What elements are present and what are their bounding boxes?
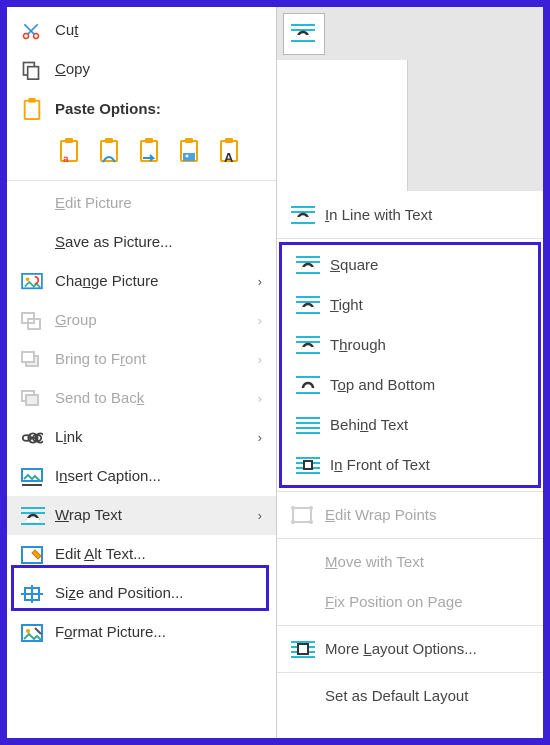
in-front-label: In Front of Text [330,457,430,474]
link-icon [21,431,47,445]
paste-options-header: Paste Options: [7,89,276,129]
edit-picture-item: Edit Picture [7,184,276,223]
chevron-right-icon: › [258,391,266,406]
behind-text-item[interactable]: Behind Text [282,405,538,445]
save-as-picture-label: Save as Picture... [55,234,266,251]
group-icon [21,312,47,330]
wrap-text-submenu: In Line with Text Square Tight Through [277,191,543,716]
send-back-icon [21,390,47,408]
scissors-icon [21,21,47,41]
wrap-text-ribbon-button[interactable] [283,13,325,55]
group-item: Group › [7,301,276,340]
change-picture-label: Change Picture [55,273,258,290]
chevron-right-icon: › [258,508,266,523]
paste-header-label: Paste Options: [55,101,161,118]
size-label: Size and Position... [55,585,266,602]
more-layout-icon [291,639,317,659]
chevron-right-icon: › [258,352,266,367]
bring-front-label: Bring to Front [55,351,258,368]
square-label: Square [330,257,378,274]
paste-link-icon[interactable] [135,135,165,171]
cut-item[interactable]: Cut [7,11,276,50]
top-bottom-item[interactable]: Top and Bottom [282,365,538,405]
change-picture-item[interactable]: Change Picture › [7,262,276,301]
tight-label: Tight [330,297,363,314]
insert-caption-item[interactable]: Insert Caption... [7,457,276,496]
paste-merge-icon[interactable] [95,135,125,171]
size-icon [21,585,47,603]
paste-options-row: a A [7,129,276,177]
wrap-style-group: Square Tight Through Top and Bottom [279,242,541,488]
group-label: Group [55,312,258,329]
wrap-text-item[interactable]: Wrap Text › [7,496,276,535]
more-layout-label: More Layout Options... [325,641,477,658]
document-area [277,60,408,191]
tight-item[interactable]: Tight [282,285,538,325]
separator [7,180,276,181]
format-picture-label: Format Picture... [55,624,266,641]
wrap-text-label: Wrap Text [55,507,258,524]
more-layout-item[interactable]: More Layout Options... [277,629,543,669]
inline-with-text-item[interactable]: In Line with Text [277,195,543,235]
paste-text-icon[interactable]: A [215,135,245,171]
edit-picture-label: Edit Picture [55,195,266,212]
caption-icon [21,468,47,486]
alt-text-label: Edit Alt Text... [55,546,266,563]
chevron-right-icon: › [258,430,266,445]
format-picture-item[interactable]: Format Picture... [7,613,276,652]
svg-text:A: A [224,150,234,165]
in-front-icon [296,455,322,475]
copy-icon [21,60,47,80]
cut-label: Cut [55,22,266,39]
square-item[interactable]: Square [282,245,538,285]
chevron-right-icon: › [258,313,266,328]
insert-caption-label: Insert Caption... [55,468,266,485]
square-icon [296,255,322,275]
link-item[interactable]: Link › [7,418,276,457]
move-with-text-label: Move with Text [325,554,424,571]
link-label: Link [55,429,258,446]
inline-icon [291,205,317,225]
paste-keep-source-icon[interactable]: a [55,135,85,171]
in-front-item[interactable]: In Front of Text [282,445,538,485]
through-label: Through [330,337,386,354]
through-icon [296,335,322,355]
edit-alt-text-item[interactable]: Edit Alt Text... [7,535,276,574]
ribbon-area [277,7,543,191]
top-bottom-label: Top and Bottom [330,377,435,394]
wrap-points-icon [291,506,317,524]
chevron-right-icon: › [258,274,266,289]
bring-to-front-item: Bring to Front › [7,340,276,379]
wrap-text-icon [21,506,47,526]
change-picture-icon [21,273,47,291]
svg-text:a: a [63,154,69,165]
clipboard-icon [21,97,47,121]
behind-label: Behind Text [330,417,408,434]
edit-wrap-points-item: Edit Wrap Points [277,495,543,535]
set-default-label: Set as Default Layout [325,688,468,705]
tight-icon [296,295,322,315]
send-back-label: Send to Back [55,390,258,407]
behind-icon [296,415,322,435]
inline-label: In Line with Text [325,207,432,224]
set-default-layout-item[interactable]: Set as Default Layout [277,676,543,716]
edit-wrap-points-label: Edit Wrap Points [325,507,436,524]
fix-position-item: Fix Position on Page [277,582,543,622]
move-with-text-item: Move with Text [277,542,543,582]
save-as-picture-item[interactable]: Save as Picture... [7,223,276,262]
through-item[interactable]: Through [282,325,538,365]
size-position-item[interactable]: Size and Position... [7,574,276,613]
context-menu: Cut Copy Paste Options: a [7,7,277,738]
copy-label: Copy [55,61,266,78]
send-to-back-item: Send to Back › [7,379,276,418]
copy-item[interactable]: Copy [7,50,276,89]
format-picture-icon [21,624,47,642]
paste-picture-icon[interactable] [175,135,205,171]
right-pane: In Line with Text Square Tight Through [277,7,543,738]
top-bottom-icon [296,375,322,395]
alt-text-icon [21,546,47,564]
fix-position-label: Fix Position on Page [325,594,463,611]
bring-front-icon [21,351,47,369]
